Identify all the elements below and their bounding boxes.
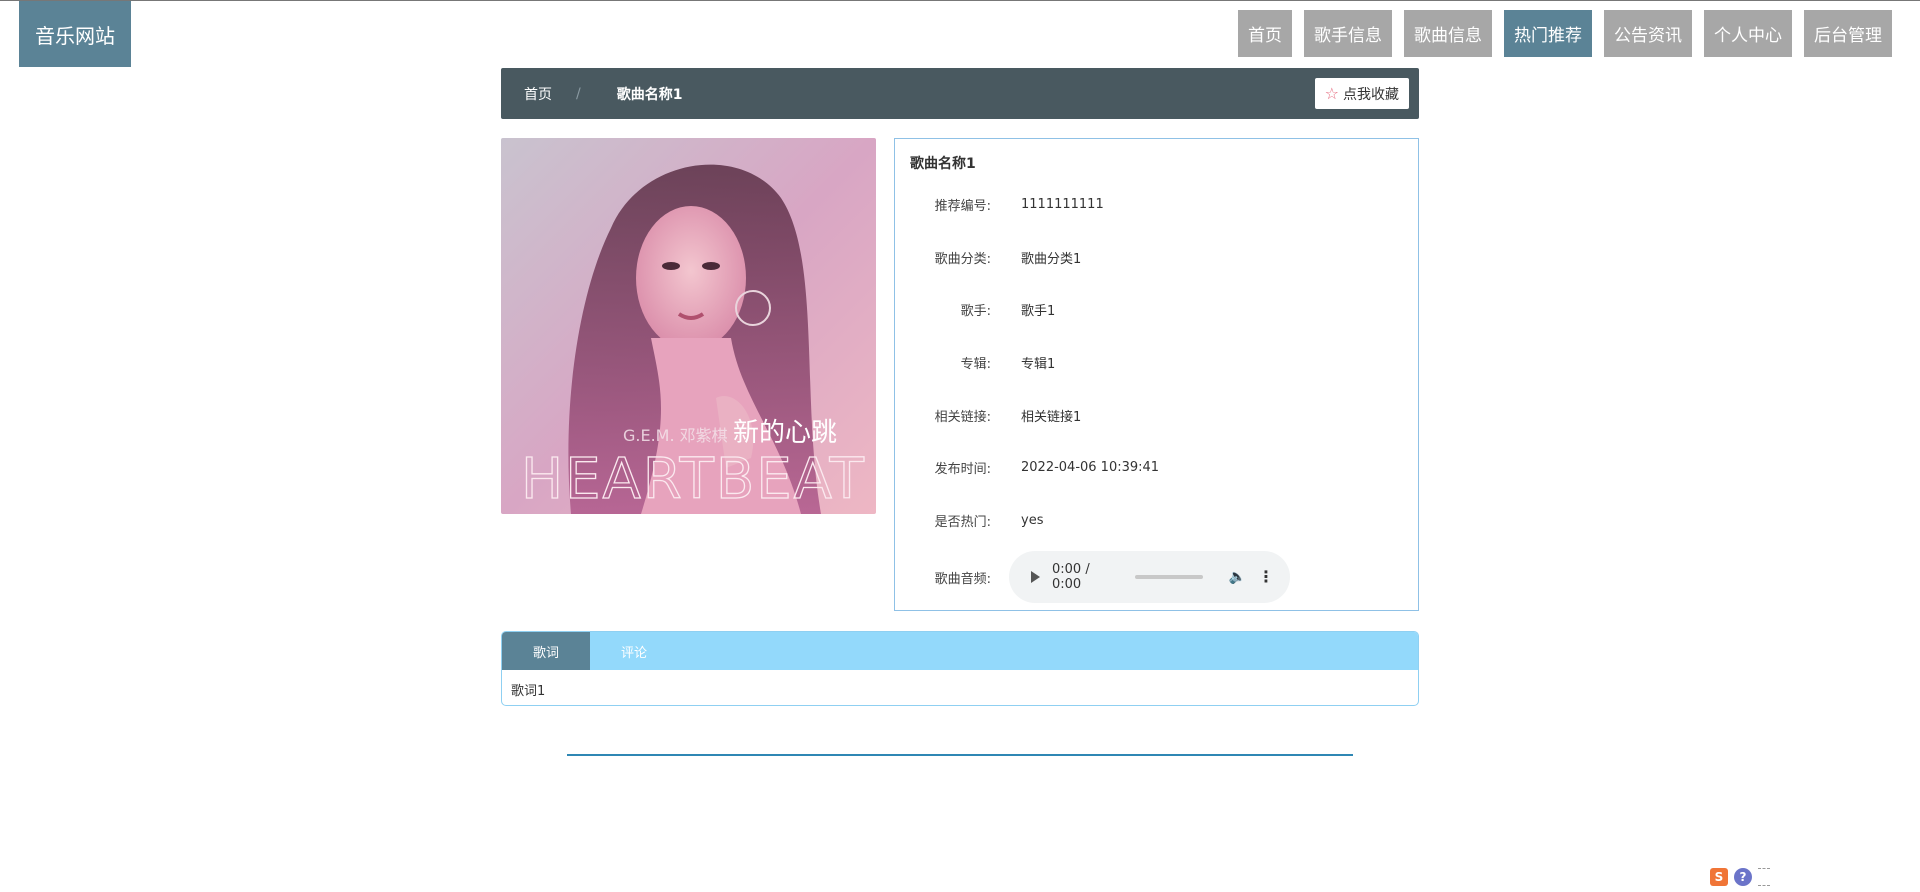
nav-hot-recommend[interactable]: 热门推荐 (1504, 10, 1592, 57)
breadcrumb-separator: / (576, 85, 581, 102)
cover-title-en: HEARTBEAT (521, 447, 866, 512)
field-label: 是否热门: (934, 514, 991, 530)
field-is-hot: 是否热门: yes (895, 508, 1418, 532)
field-value: 2022-04-06 10:39:41 (1021, 459, 1160, 475)
favorite-button[interactable]: ☆ 点我收藏 (1314, 78, 1409, 109)
corner-widgets: S ? (1710, 868, 1770, 886)
field-label: 歌手: (960, 303, 991, 319)
tab-content: 歌词1 (511, 684, 546, 699)
tabs-header: 歌词 评论 (502, 632, 1418, 670)
field-value: 相关链接1 (1021, 409, 1082, 425)
song-cover-image: 新的心跳 G.E.M. 邓紫棋 HEARTBEAT (501, 138, 876, 514)
footer-divider (567, 754, 1353, 756)
field-label: 发布时间: (934, 461, 991, 477)
more-options-icon[interactable]: ⋮ (1258, 569, 1274, 585)
volume-icon[interactable]: 🔈 (1229, 569, 1246, 585)
breadcrumb-current: 歌曲名称1 (616, 86, 683, 103)
field-related-link: 相关链接: 相关链接1 (895, 403, 1418, 427)
field-value: 歌手1 (1021, 303, 1056, 319)
cover-title-cn: 新的心跳 (733, 418, 837, 448)
nav-admin[interactable]: 后台管理 (1804, 10, 1892, 57)
song-title: 歌曲名称1 (910, 156, 976, 172)
field-value: 专辑1 (1021, 356, 1056, 372)
field-label: 相关链接: (934, 409, 991, 425)
play-icon[interactable] (1031, 571, 1040, 583)
field-label: 推荐编号: (934, 198, 991, 214)
input-method-icon[interactable]: S (1710, 868, 1728, 886)
field-category: 歌曲分类: 歌曲分类1 (895, 245, 1418, 269)
favorite-label: 点我收藏 (1343, 86, 1399, 103)
help-icon[interactable]: ? (1734, 868, 1752, 886)
main-nav: 首页 歌手信息 歌曲信息 热门推荐 公告资讯 个人中心 后台管理 (1238, 10, 1892, 57)
cover-artist: G.E.M. 邓紫棋 (623, 426, 728, 445)
audio-progress-track[interactable] (1135, 575, 1203, 579)
tab-lyrics[interactable]: 歌词 (502, 632, 590, 670)
audio-time: 0:00 / 0:00 (1052, 562, 1090, 592)
tab-comments[interactable]: 评论 (590, 632, 678, 670)
site-logo[interactable]: 音乐网站 (19, 1, 131, 67)
nav-home[interactable]: 首页 (1238, 10, 1292, 57)
song-detail-panel: 歌曲名称1 推荐编号: 1111111111 歌曲分类: 歌曲分类1 歌手: 歌… (894, 138, 1419, 611)
field-value: 歌曲分类1 (1021, 251, 1082, 267)
field-singer: 歌手: 歌手1 (895, 297, 1418, 321)
nav-songs[interactable]: 歌曲信息 (1404, 10, 1492, 57)
nav-personal-center[interactable]: 个人中心 (1704, 10, 1792, 57)
nav-singers[interactable]: 歌手信息 (1304, 10, 1392, 57)
field-value: yes (1021, 512, 1044, 528)
audio-player[interactable]: 0:00 / 0:00 🔈 ⋮ (1009, 551, 1290, 603)
field-label: 专辑: (960, 356, 991, 372)
field-label: 歌曲音频: (934, 571, 991, 587)
field-publish-time: 发布时间: 2022-04-06 10:39:41 (895, 455, 1418, 479)
field-value: 1111111111 (1021, 196, 1104, 212)
field-recommend-id: 推荐编号: 1111111111 (895, 192, 1418, 216)
nav-announcements[interactable]: 公告资讯 (1604, 10, 1692, 57)
breadcrumb-home[interactable]: 首页 (524, 84, 552, 104)
field-label: 歌曲分类: (934, 251, 991, 267)
breadcrumb: 首页 / 歌曲名称1 ☆ 点我收藏 (501, 68, 1419, 119)
star-outline-icon: ☆ (1324, 84, 1339, 103)
expand-icon[interactable] (1758, 868, 1770, 886)
song-tabs: 歌词 评论 歌词1 (501, 631, 1419, 706)
field-album: 专辑: 专辑1 (895, 350, 1418, 374)
